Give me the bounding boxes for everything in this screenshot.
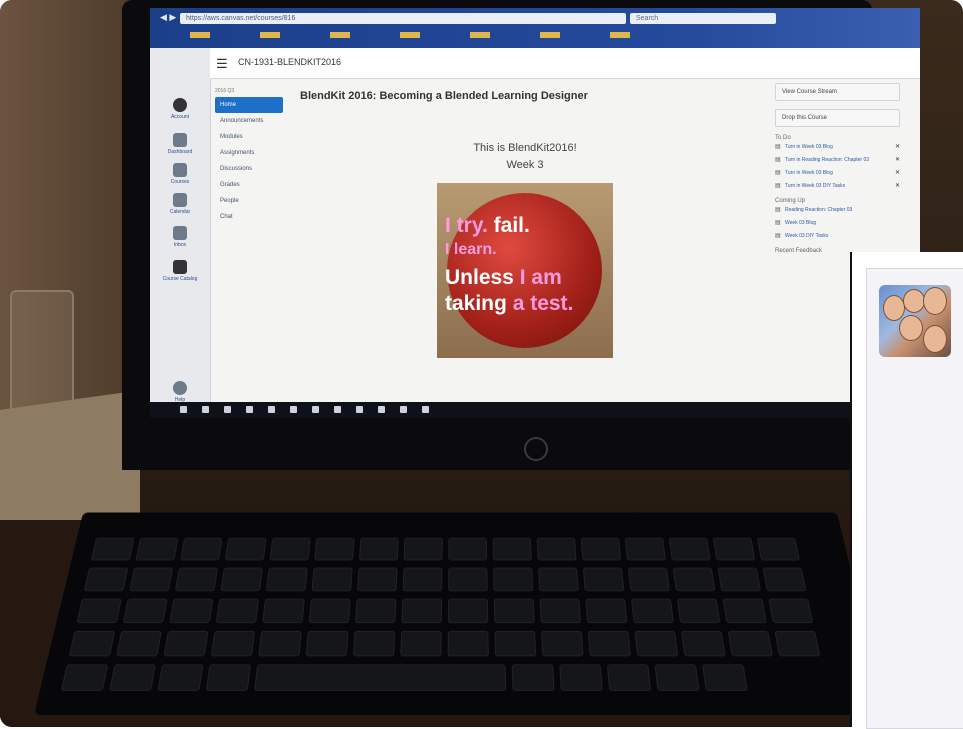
todo-item[interactable]: Turn in Reading Reaction: Chapter 03✕ — [775, 157, 900, 164]
course-nav-home[interactable]: Home — [215, 97, 283, 113]
key-row — [68, 630, 821, 659]
face — [923, 325, 947, 353]
nav-inbox[interactable]: Inbox — [150, 226, 210, 248]
app-icon[interactable] — [356, 406, 363, 413]
bookmark-icon[interactable] — [540, 32, 560, 38]
app-icon[interactable] — [246, 406, 253, 413]
nav-courses[interactable]: Courses — [150, 163, 210, 185]
apple-image: I try. fail. I learn. Unless I am taking… — [437, 183, 613, 358]
right-sidebar: View Course Stream Drop this Course To D… — [775, 83, 900, 257]
view-course-stream-button[interactable]: View Course Stream — [775, 83, 900, 101]
search-icon[interactable] — [202, 406, 209, 413]
course-nav-header: 2016 Q3 — [215, 88, 235, 94]
laptop-photo: ◀ ▶ https://aws.canvas.net/courses/816 S… — [0, 0, 963, 727]
bookmark-icon[interactable] — [260, 32, 280, 38]
welcome-line: This is BlendKit2016! — [473, 142, 577, 154]
course-nav-announcements[interactable]: Announcements — [215, 113, 283, 129]
bookmark-icon[interactable] — [400, 32, 420, 38]
app-icon[interactable] — [378, 406, 385, 413]
image-text-line1: I try. fail. — [445, 214, 530, 237]
hamburger-icon[interactable]: ☰ — [216, 56, 228, 72]
drinking-glass — [10, 290, 74, 414]
close-icon[interactable]: ✕ — [895, 183, 900, 190]
nav-calendar[interactable]: Calendar — [150, 193, 210, 215]
help-icon — [173, 381, 187, 395]
avatar-icon — [173, 98, 187, 112]
task-view-icon[interactable] — [224, 406, 231, 413]
key-row — [90, 537, 801, 563]
bookmark-icon[interactable] — [470, 32, 490, 38]
courses-icon — [173, 163, 187, 177]
todo-item[interactable]: Turn in Week 03 Blog✕ — [775, 144, 900, 151]
browser-search[interactable]: Search — [630, 13, 776, 24]
key-row — [60, 664, 748, 693]
welcome-text: This is BlendKit2016! Week 3 — [380, 140, 670, 174]
nav-help[interactable]: Help — [150, 381, 210, 403]
nav-account[interactable]: Account — [150, 98, 210, 120]
laptop-keyboard — [33, 512, 887, 716]
calendar-icon — [173, 193, 187, 207]
profile-photo[interactable] — [879, 285, 951, 357]
course-nav-modules[interactable]: Modules — [215, 129, 283, 145]
face — [883, 295, 905, 321]
back-forward-icon[interactable]: ◀ ▶ — [160, 12, 176, 23]
image-text-line4: taking a test. — [445, 292, 574, 315]
breadcrumb[interactable]: CN-1931-BLENDKIT2016 — [238, 57, 341, 67]
app-icon[interactable] — [422, 406, 429, 413]
face — [903, 289, 925, 313]
hp-logo — [524, 437, 548, 461]
todo-item[interactable]: Turn in Week 03 DIY Tasks✕ — [775, 183, 900, 190]
key-row — [76, 598, 814, 625]
week-label: Week 3 — [506, 159, 544, 171]
coming-item[interactable]: Week 03 DIY Tasks — [775, 233, 900, 240]
coming-up-header: Coming Up — [775, 198, 806, 204]
image-text-line3: Unless I am — [445, 266, 562, 289]
course-nav: 2016 Q3 Home Announcements Modules Assig… — [215, 88, 283, 225]
inbox-icon — [173, 226, 187, 240]
course-nav-assignments[interactable]: Assignments — [215, 145, 283, 161]
course-nav-discussions[interactable]: Discussions — [215, 161, 283, 177]
nav-dashboard[interactable]: Dashboard — [150, 133, 210, 155]
close-icon[interactable]: ✕ — [895, 170, 900, 177]
app-icon[interactable] — [334, 406, 341, 413]
coming-item[interactable]: Reading Reaction: Chapter 03 — [775, 207, 900, 214]
course-nav-chat[interactable]: Chat — [215, 209, 283, 225]
address-bar[interactable]: https://aws.canvas.net/courses/816 — [180, 13, 626, 24]
app-icon[interactable] — [290, 406, 297, 413]
windows-taskbar — [150, 402, 920, 418]
course-nav-grades[interactable]: Grades — [215, 177, 283, 193]
start-icon[interactable] — [180, 406, 187, 413]
todo-item[interactable]: Turn in Week 03 Blog✕ — [775, 170, 900, 177]
app-icon[interactable] — [312, 406, 319, 413]
face — [899, 315, 923, 341]
page-title: BlendKit 2016: Becoming a Blended Learni… — [300, 90, 588, 102]
catalog-icon — [173, 260, 187, 274]
todo-header: To Do — [775, 135, 791, 141]
app-icon[interactable] — [268, 406, 275, 413]
bookmark-icon[interactable] — [610, 32, 630, 38]
image-text-line2: I learn. — [445, 241, 497, 258]
browser-toolbar: ◀ ▶ https://aws.canvas.net/courses/816 S… — [150, 8, 920, 48]
bookmark-icon[interactable] — [190, 32, 210, 38]
nav-course-catalog[interactable]: Course Catalog — [150, 260, 210, 282]
course-topbar: ☰ CN-1931-BLENDKIT2016 — [210, 48, 920, 79]
global-nav: Account Dashboard Courses Calendar Inbox… — [150, 48, 211, 418]
close-icon[interactable]: ✕ — [895, 157, 900, 164]
key-row — [83, 567, 807, 593]
course-nav-people[interactable]: People — [215, 193, 283, 209]
close-icon[interactable]: ✕ — [895, 144, 900, 151]
face — [923, 287, 947, 315]
coming-item[interactable]: Week 03 Blog — [775, 220, 900, 227]
dashboard-icon — [173, 133, 187, 147]
laptop-screen: ◀ ▶ https://aws.canvas.net/courses/816 S… — [150, 8, 920, 418]
app-icon[interactable] — [400, 406, 407, 413]
bookmark-icon[interactable] — [330, 32, 350, 38]
drop-course-button[interactable]: Drop this Course — [775, 109, 900, 127]
